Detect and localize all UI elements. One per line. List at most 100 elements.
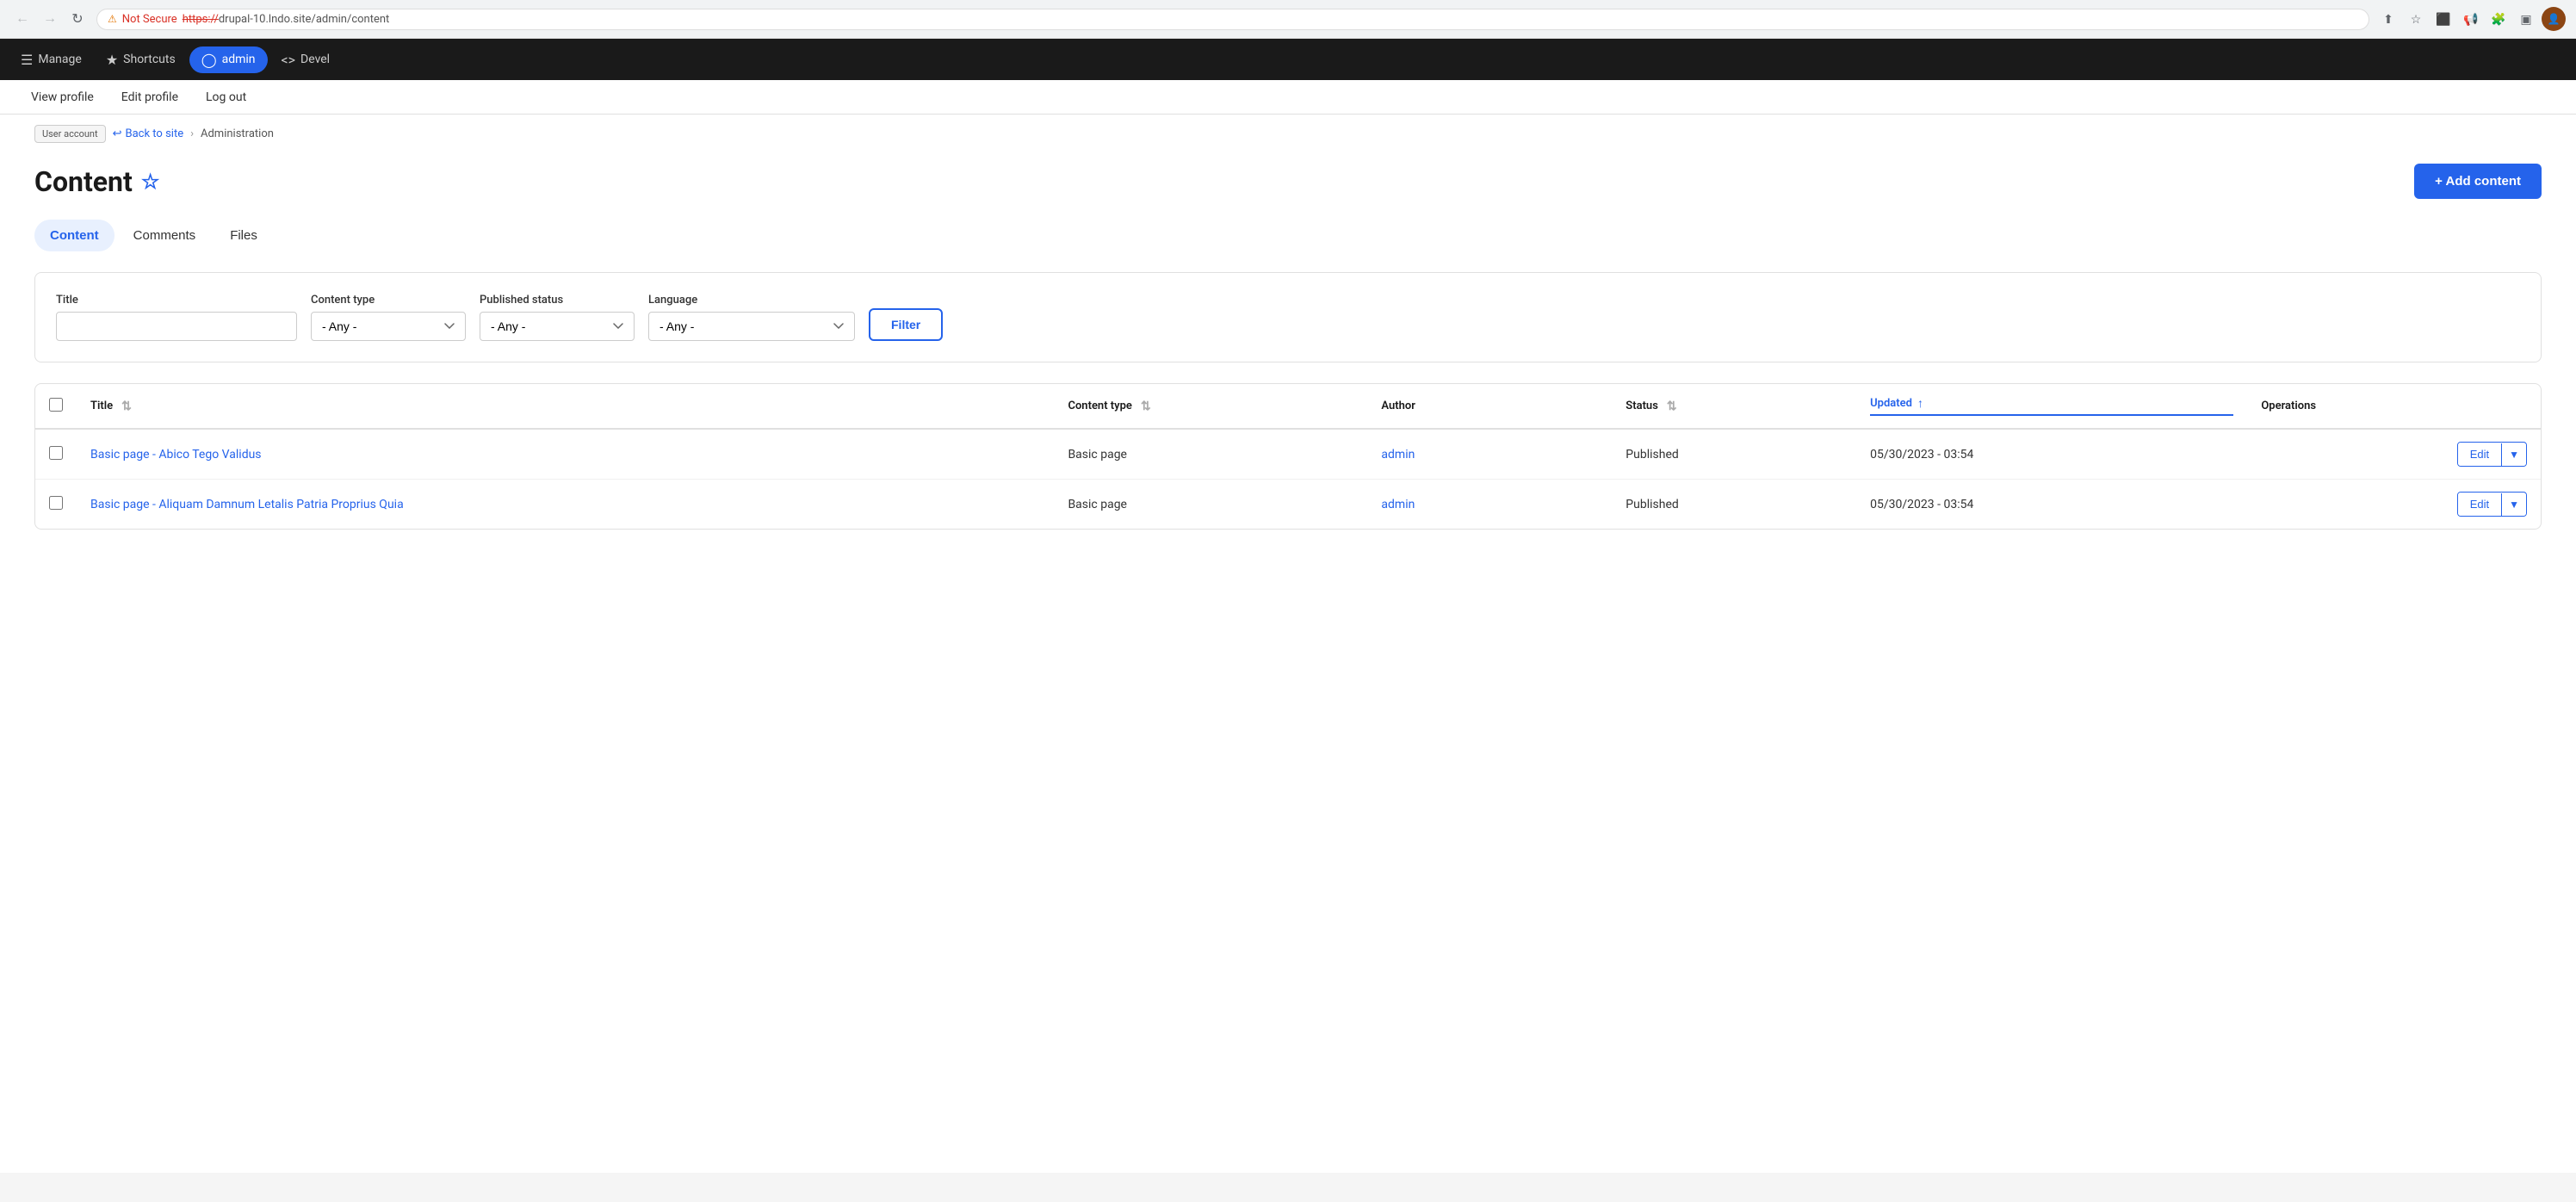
sidebar-button[interactable]: ▣ <box>2514 7 2538 31</box>
browser-toolbar: ← → ↻ ⚠ Not Secure https://drupal-10.lnd… <box>0 0 2576 38</box>
page-title-text: Content <box>34 165 133 198</box>
row2-edit-button[interactable]: Edit <box>2458 493 2501 516</box>
filter-content-type-field: Content type - Any - Basic page Article <box>311 294 466 341</box>
row1-checkbox[interactable] <box>49 446 63 460</box>
th-title-text: Title <box>90 400 113 412</box>
star-outline-icon: ★ <box>106 52 118 68</box>
shortcuts-label: Shortcuts <box>123 53 176 66</box>
extensions-button[interactable]: 🧩 <box>2486 7 2511 31</box>
row2-status: Published <box>1625 498 1678 511</box>
published-status-select[interactable]: - Any - Published Unpublished <box>480 312 635 341</box>
browser-chrome: ← → ↻ ⚠ Not Secure https://drupal-10.lnd… <box>0 0 2576 39</box>
back-arrow-icon: ↩ <box>113 127 122 140</box>
published-status-label: Published status <box>480 294 635 307</box>
toolbar-devel[interactable]: <> Devel <box>271 45 341 75</box>
user-circle-icon: ◯ <box>201 52 217 68</box>
updated-sort-arrow-icon: ↑ <box>1917 396 1923 411</box>
table-header: Title ⇅ Content type ⇅ Author <box>35 384 2541 429</box>
status-sort-handle: ⇅ <box>1667 400 1677 413</box>
toolbar-shortcuts[interactable]: ★ Shortcuts <box>96 45 186 75</box>
th-updated[interactable]: Updated ↑ <box>1856 384 2247 429</box>
row2-updated: 05/30/2023 - 03:54 <box>1870 498 1973 511</box>
filter-button[interactable]: Filter <box>869 308 943 341</box>
browser-nav-buttons: ← → ↻ <box>10 7 90 31</box>
back-to-site-tooltip-text: User account <box>42 128 98 139</box>
row2-content-type: Basic page <box>1068 498 1127 511</box>
row2-content-type-cell: Basic page <box>1054 480 1367 530</box>
url-domain: drupal-10.lndo.site <box>219 13 312 26</box>
row2-operations-cell: Edit ▼ <box>2247 480 2541 530</box>
view-profile-link[interactable]: View profile <box>17 84 108 111</box>
back-to-site-link[interactable]: ↩ Back to site <box>113 127 183 140</box>
row2-status-cell: Published <box>1612 480 1856 530</box>
back-button[interactable]: ← <box>10 7 34 31</box>
url-protocol: https:// <box>183 13 219 26</box>
row2-author-link[interactable]: admin <box>1381 498 1415 511</box>
row1-status: Published <box>1625 448 1678 462</box>
megaphone-button[interactable]: 📢 <box>2459 7 2483 31</box>
th-title[interactable]: Title ⇅ <box>77 384 1054 429</box>
row1-title-cell: Basic page - Abico Tego Validus <box>77 429 1054 480</box>
content-table: Title ⇅ Content type ⇅ Author <box>35 384 2541 529</box>
title-sort-handle: ⇅ <box>121 400 132 413</box>
row2-title-cell: Basic page - Aliquam Damnum Letalis Patr… <box>77 480 1054 530</box>
filter-published-status-field: Published status - Any - Published Unpub… <box>480 294 635 341</box>
row1-content-type-cell: Basic page <box>1054 429 1367 480</box>
row2-title-link[interactable]: Basic page - Aliquam Damnum Letalis Patr… <box>90 498 404 511</box>
edit-profile-link[interactable]: Edit profile <box>108 84 192 111</box>
toolbar-admin-user[interactable]: ◯ admin <box>189 46 268 73</box>
back-label: Back to site <box>126 127 184 140</box>
row1-edit-dropdown-button[interactable]: ▼ <box>2501 443 2526 466</box>
row2-edit-dropdown-button[interactable]: ▼ <box>2501 493 2526 516</box>
url-display: https://drupal-10.lndo.site/admin/conten… <box>183 13 390 26</box>
admin-label: admin <box>222 53 256 66</box>
toolbar-manage[interactable]: ☰ Manage <box>10 45 92 75</box>
favorite-star-icon[interactable]: ☆ <box>141 170 160 194</box>
row2-checkbox[interactable] <box>49 496 63 510</box>
browser-actions: ⬆ ☆ ⬛ 📢 🧩 ▣ 👤 <box>2376 7 2566 31</box>
table-row: Basic page - Aliquam Damnum Letalis Patr… <box>35 480 2541 530</box>
th-operations: Operations <box>2247 384 2541 429</box>
row2-edit-group: Edit ▼ <box>2457 492 2527 517</box>
cast-button[interactable]: ⬛ <box>2431 7 2455 31</box>
not-secure-text: Not Secure <box>122 13 177 26</box>
add-content-button[interactable]: + Add content <box>2414 164 2542 199</box>
filter-section: Title Content type - Any - Basic page Ar… <box>34 272 2542 362</box>
row1-author-link[interactable]: admin <box>1381 448 1415 462</box>
row1-title-link[interactable]: Basic page - Abico Tego Validus <box>90 448 262 462</box>
address-bar[interactable]: ⚠ Not Secure https://drupal-10.lndo.site… <box>96 9 2369 30</box>
row1-updated: 05/30/2023 - 03:54 <box>1870 448 1973 462</box>
th-checkbox <box>35 384 77 429</box>
manage-label: Manage <box>38 53 81 66</box>
breadcrumb-current: Administration <box>201 127 274 140</box>
tab-files[interactable]: Files <box>214 220 273 251</box>
language-select[interactable]: - Any - English French <box>648 312 855 341</box>
page-title: Content ☆ <box>34 165 159 198</box>
admin-toolbar: ☰ Manage ★ Shortcuts ◯ admin <> Devel <box>0 39 2576 80</box>
devel-label: Devel <box>300 53 330 66</box>
url-path: /admin/content <box>311 13 389 26</box>
th-updated-text: Updated <box>1870 397 1912 410</box>
table-row: Basic page - Abico Tego Validus Basic pa… <box>35 429 2541 480</box>
share-button[interactable]: ⬆ <box>2376 7 2400 31</box>
content-type-select[interactable]: - Any - Basic page Article <box>311 312 466 341</box>
profile-avatar[interactable]: 👤 <box>2542 7 2566 31</box>
tab-comments[interactable]: Comments <box>118 220 212 251</box>
reload-button[interactable]: ↻ <box>65 7 90 31</box>
log-out-link[interactable]: Log out <box>192 84 260 111</box>
th-content-type[interactable]: Content type ⇅ <box>1054 384 1367 429</box>
select-all-checkbox[interactable] <box>49 398 63 412</box>
th-status[interactable]: Status ⇅ <box>1612 384 1856 429</box>
th-operations-text: Operations <box>2261 400 2316 412</box>
title-input[interactable] <box>56 312 297 341</box>
filter-title-field: Title <box>56 294 297 341</box>
tab-content[interactable]: Content <box>34 220 115 251</box>
bookmark-button[interactable]: ☆ <box>2404 7 2428 31</box>
content-type-sort-handle: ⇅ <box>1141 400 1151 413</box>
content-table-section: Title ⇅ Content type ⇅ Author <box>34 383 2542 530</box>
forward-button[interactable]: → <box>38 7 62 31</box>
breadcrumb-bar: User account ↩ Back to site › Administra… <box>0 115 2576 143</box>
row1-status-cell: Published <box>1612 429 1856 480</box>
row1-edit-button[interactable]: Edit <box>2458 443 2501 466</box>
row2-author-cell: admin <box>1367 480 1612 530</box>
